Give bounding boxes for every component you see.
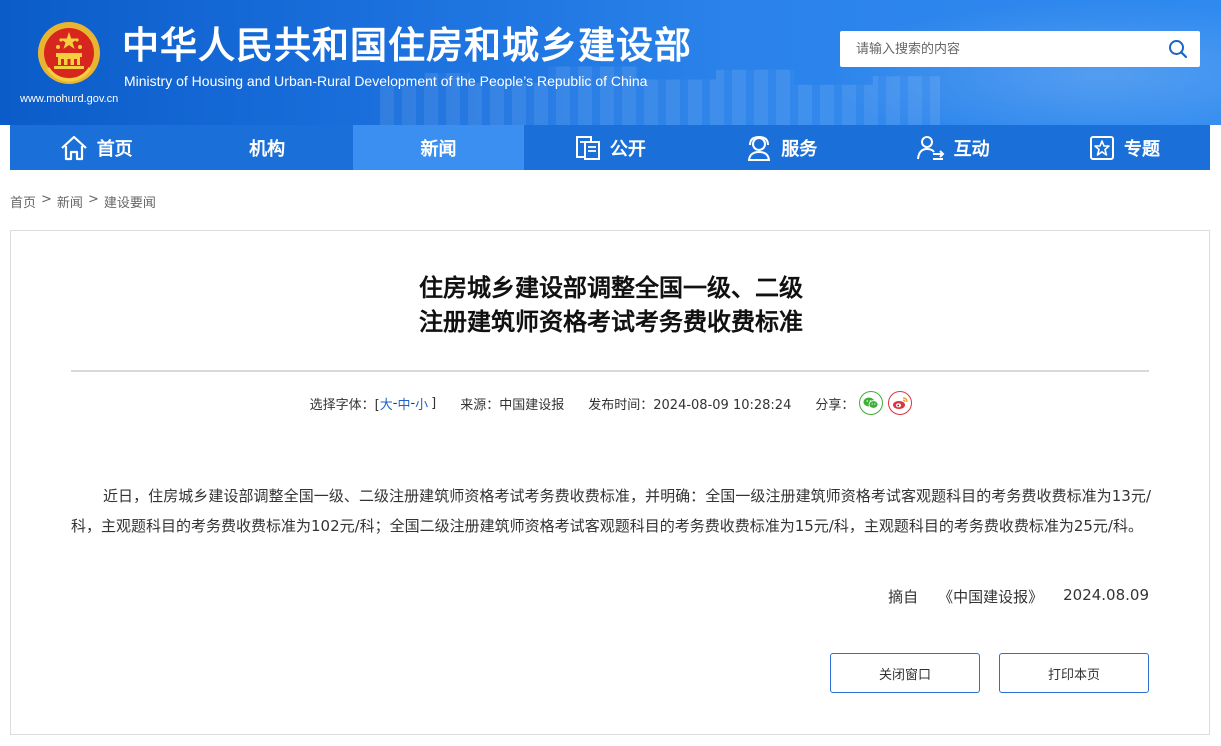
font-size-selector: 选择字体：[ 大 - 中 - 小 ] — [310, 394, 437, 413]
article-source: 来源：中国建设报 — [460, 397, 565, 413]
breadcrumb-construction-news[interactable]: 建设要闻 — [104, 192, 156, 211]
excerpt-source: 《中国建设报》 — [938, 588, 1044, 606]
share-label: 分享： — [815, 397, 855, 413]
star-icon — [1090, 135, 1115, 160]
nav-item-public[interactable]: 公开 — [524, 125, 695, 170]
search-input[interactable] — [840, 31, 1156, 67]
font-size-small[interactable]: 小 — [415, 394, 428, 413]
article-title-line1: 住房城乡建设部调整全国一级、二级 — [419, 274, 803, 302]
breadcrumb-home[interactable]: 首页 — [10, 192, 36, 211]
publish-time: 发布时间：2024-08-09 10:28:24 — [588, 397, 792, 413]
article-meta: 选择字体：[ 大 - 中 - 小 ] 来源：中国建设报 发布时间：2024-08… — [11, 391, 1211, 415]
article-body: 近日，住房城乡建设部调整全国一级、二级注册建筑师资格考试考务费收费标准，并明确：… — [71, 487, 1151, 535]
search-button[interactable] — [1156, 31, 1200, 67]
nav-item-topics[interactable]: 专题 — [1038, 125, 1209, 170]
article-title: 住房城乡建设部调整全国一级、二级 注册建筑师资格考试考务费收费标准 — [11, 271, 1211, 339]
nav-item-organization[interactable]: 机构 — [181, 125, 352, 170]
weibo-icon — [893, 397, 909, 409]
wechat-icon — [863, 397, 879, 409]
excerpt-date: 2024.08.09 — [1063, 586, 1149, 604]
nav-label: 公开 — [609, 138, 646, 160]
title-divider — [71, 370, 1149, 372]
font-size-large[interactable]: 大 — [380, 394, 393, 413]
site-url: www.mohurd.gov.cn — [20, 93, 119, 105]
share-section: 分享： — [815, 391, 913, 415]
print-page-button[interactable]: 打印本页 — [999, 653, 1149, 693]
nav-label: 专题 — [1124, 138, 1161, 160]
nav-label: 互动 — [953, 138, 990, 160]
font-size-medium[interactable]: 中 — [397, 394, 410, 413]
article-card: 住房城乡建设部调整全国一级、二级 注册建筑师资格考试考务费收费标准 选择字体：[… — [10, 230, 1210, 735]
excerpt-label: 摘自 — [888, 588, 919, 606]
home-icon — [60, 135, 87, 160]
site-subtitle: Ministry of Housing and Urban-Rural Deve… — [124, 73, 648, 89]
breadcrumb-separator: > — [41, 192, 52, 207]
national-emblem-icon — [38, 22, 100, 84]
nav-label: 服务 — [781, 138, 818, 160]
breadcrumb-separator: > — [87, 192, 99, 207]
search-icon — [1169, 40, 1188, 59]
nav-label: 首页 — [96, 138, 133, 160]
site-title: 中华人民共和国住房和城乡建设部 — [122, 24, 692, 67]
nav-item-home[interactable]: 首页 — [10, 125, 181, 170]
article-title-line2: 注册建筑师资格考试考务费收费标准 — [419, 308, 803, 336]
main-nav: 首页 机构 新闻 公开 服务 互动 专题 — [10, 125, 1210, 170]
font-size-label: 选择字体：[ — [309, 397, 380, 413]
nav-item-service[interactable]: 服务 — [696, 125, 867, 170]
font-size-close: ] — [431, 395, 437, 411]
search-box — [840, 31, 1200, 67]
weibo-share-button[interactable] — [888, 391, 913, 415]
close-window-button[interactable]: 关闭窗口 — [830, 653, 980, 693]
nav-label: 机构 — [249, 138, 286, 160]
breadcrumb: 首页 > 新闻 > 建设要闻 — [10, 192, 156, 211]
breadcrumb-news[interactable]: 新闻 — [57, 192, 83, 211]
nav-item-interaction[interactable]: 互动 — [867, 125, 1038, 170]
site-header: www.mohurd.gov.cn 中华人民共和国住房和城乡建设部 Minist… — [0, 0, 1221, 125]
excerpt-line: 摘自 《中国建设报》 2024.08.09 — [888, 586, 1149, 607]
document-icon — [575, 135, 600, 160]
wechat-share-button[interactable] — [859, 391, 884, 415]
interaction-icon — [916, 135, 945, 160]
nav-label: 新闻 — [420, 138, 457, 160]
service-icon — [748, 135, 771, 161]
nav-item-news[interactable]: 新闻 — [352, 125, 525, 170]
